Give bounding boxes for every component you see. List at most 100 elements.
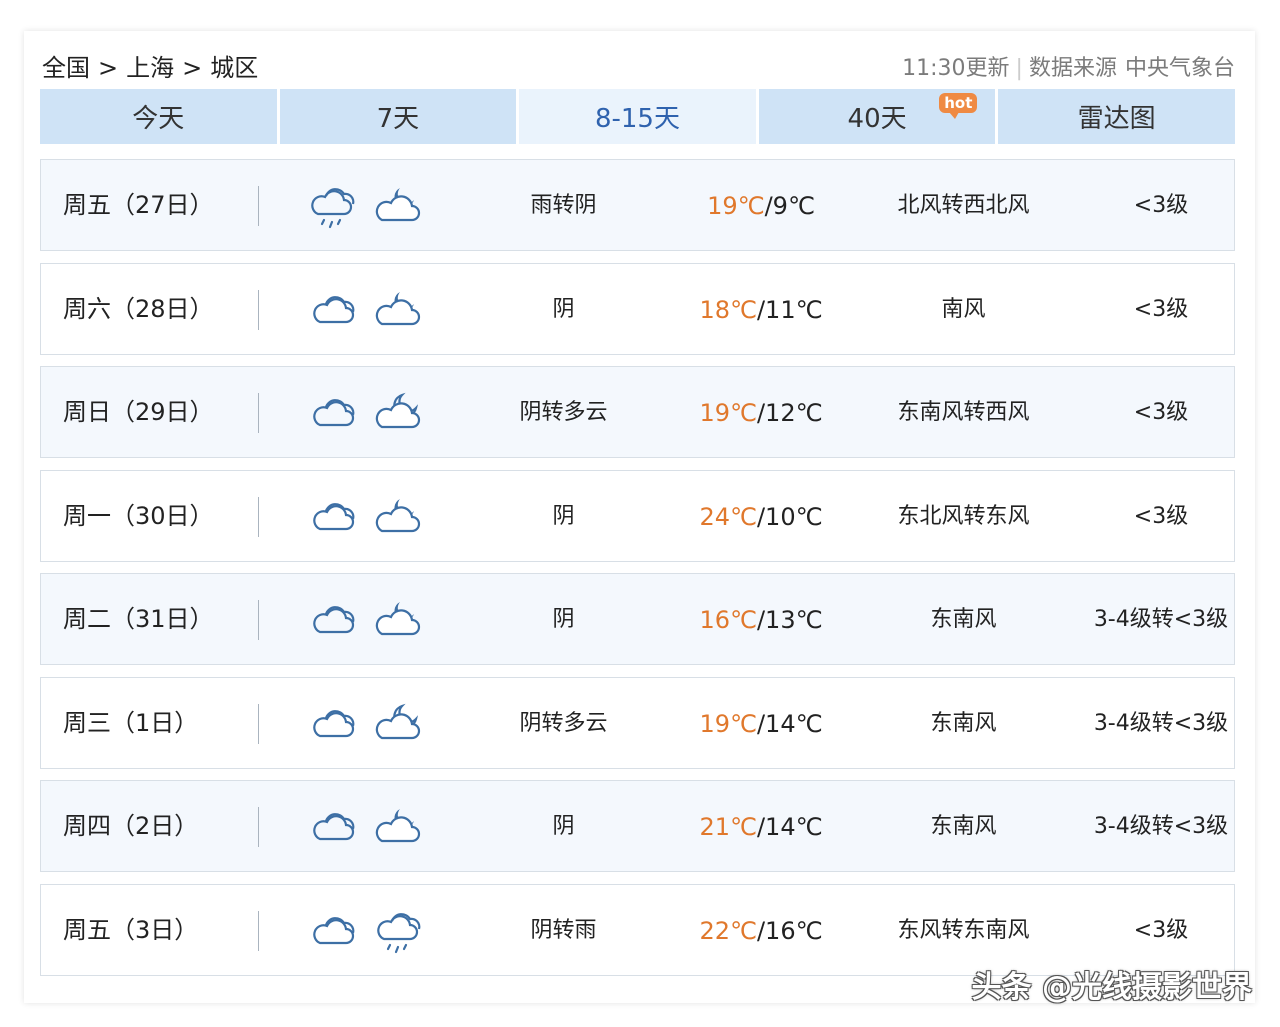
weather-icons [306,907,424,955]
high-temp: 24℃ [699,502,757,531]
forecast-list: 周五（27日） 雨转阴 19℃/9℃ 北风转西北风 <3级 周六（28日）阴 18℃/11℃… [40,159,1235,987]
high-temp: 22℃ [699,916,757,945]
weather-icons [306,182,424,230]
temp-slash: / [764,192,773,220]
cloud-moon-icon [375,809,421,843]
day-label: 周二（31日） [63,605,214,633]
wind-direction: 东北风转东风 [897,503,1030,529]
divider [258,910,259,951]
tab-7-day[interactable]: 7天 [279,89,517,144]
wind-level: 3-4级转<3级 [1093,607,1229,632]
wind-level: 3-4级转<3级 [1093,814,1229,839]
watermark: 头条 @光线摄影世界 [971,970,1252,1005]
temperature: 21℃/14℃ [671,781,851,873]
condition-text: 阴 [552,814,575,839]
tab-today[interactable]: 今天 [40,89,277,144]
cloud-moon-icon [375,602,421,636]
divider [258,807,259,847]
day-label: 周三（1日） [63,708,199,737]
breadcrumb-national[interactable]: 全国 [42,54,90,82]
breadcrumb-shanghai[interactable]: 上海 [126,54,174,82]
weather-icons [306,700,424,748]
rain-cloud-icon [377,912,421,953]
tab-radar[interactable]: 雷达图 [998,89,1235,144]
wind-level: <3级 [1133,503,1189,529]
low-temp: 10℃ [765,502,823,531]
temperature: 16℃/13℃ [671,574,851,666]
tab-40-day[interactable]: 40天 hot [758,89,996,144]
forecast-row: 周二（31日） 阴 16℃/13℃ 东南风 3-4级转<3级 [40,573,1235,665]
cloud-moon-icon [375,188,421,222]
forecast-row: 周四（2日） 阴 21℃/14℃ 东南风 3-4级转<3级 [40,780,1235,872]
wind-level: <3级 [1133,400,1189,425]
update-time: 11:30更新 [902,56,1010,81]
forecast-row: 周一（30日） 阴 24℃/10℃ 东北风转东风 <3级 [40,469,1235,563]
tab-label: 雷达图 [1077,104,1156,134]
low-temp: 11℃ [765,295,823,324]
data-source: 11:30更新 | 数据来源 中央气象台 [902,50,1235,82]
low-temp: 12℃ [765,399,823,427]
condition-text: 阴转雨 [530,917,597,943]
day-label: 周六（28日） [63,294,214,323]
temp-slash: / [756,709,766,738]
tab-label: 7天 [376,104,420,134]
weather-icons [306,493,424,541]
tab-label: 8-15天 [594,104,680,134]
temp-slash: / [756,399,766,427]
divider [258,600,259,640]
divider [258,289,259,330]
temperature: 22℃/16℃ [671,885,851,977]
divider [258,393,259,433]
wind-direction: 东南风 [930,710,997,736]
top-bar: 全国 > 上海 > 城区 11:30更新 | 数据来源 中央气象台 [42,46,1235,86]
moon-behind-cloud-icon [375,703,421,739]
high-temp: 16℃ [699,606,757,634]
condition-text: 阴 [552,296,575,322]
high-temp: 19℃ [707,192,765,220]
condition-text: 阴转多云 [519,400,608,425]
temperature: 19℃/9℃ [671,160,851,252]
forecast-tabs: 今天 7天 8-15天 40天 hot 雷达图 [40,89,1235,144]
high-temp: 21℃ [699,813,757,841]
day-label: 周一（30日） [63,501,214,530]
condition-text: 阴转多云 [519,710,608,736]
rain-cloud-icon [311,188,355,229]
overcast-cloud-icon [313,295,355,323]
temp-slash: / [756,606,766,634]
temperature: 24℃/10℃ [671,471,851,563]
breadcrumb-separator: > [98,54,119,82]
high-temp: 19℃ [699,709,757,738]
high-temp: 18℃ [699,295,757,324]
high-temp: 19℃ [699,399,757,427]
weather-icons [306,803,424,851]
divider: | [1015,56,1023,81]
wind-level: 3-4级转<3级 [1093,710,1229,736]
condition-text: 雨转阴 [530,193,597,218]
breadcrumb: 全国 > 上海 > 城区 [42,48,258,83]
day-label: 周五（3日） [63,915,199,944]
breadcrumb-separator: > [182,54,203,82]
temperature: 19℃/14℃ [671,678,851,770]
weather-icons [306,286,424,334]
condition-text: 阴 [552,503,575,529]
wind-direction: 东南风 [930,814,997,839]
wind-direction: 北风转西北风 [897,193,1030,218]
low-temp: 14℃ [765,709,823,738]
cloud-moon-icon [375,291,421,325]
wind-direction: 南风 [941,296,986,322]
breadcrumb-district: 城区 [210,54,259,82]
overcast-cloud-icon [313,916,355,944]
forecast-row: 周六（28日） 阴 18℃/11℃ 南风 <3级 [40,262,1235,355]
divider [258,496,259,537]
forecast-row: 周日（29日） 阴转多云 19℃/12℃ 东南风转西风 <3级 [40,366,1235,458]
day-label: 周五（27日） [63,191,214,219]
tab-8-15-day[interactable]: 8-15天 [519,89,756,144]
low-temp: 14℃ [765,813,823,841]
day-label: 周四（2日） [63,812,199,840]
wind-direction: 东南风 [930,607,997,632]
hot-badge: hot [939,93,978,119]
overcast-cloud-icon [313,606,355,634]
temp-slash: / [756,295,766,324]
moon-behind-cloud-icon [375,392,421,429]
forecast-row: 周三（1日） 阴转多云 19℃/14℃ 东南风 3-4级转<3级 [40,676,1235,770]
